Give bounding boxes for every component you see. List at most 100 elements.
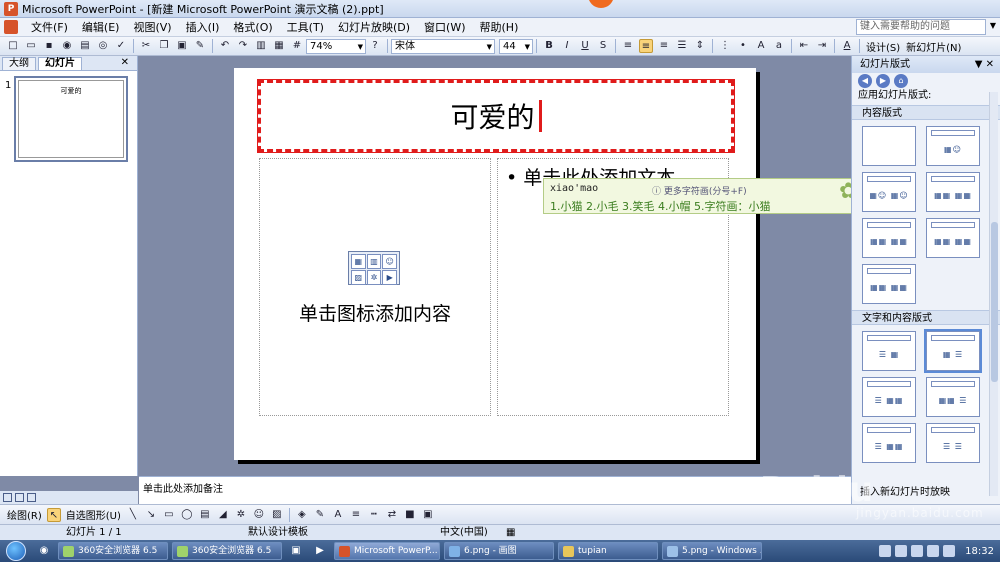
clipart-icon[interactable]: ☺ <box>252 508 266 522</box>
close-icon[interactable]: ✕ <box>121 57 129 68</box>
decrease-font-icon[interactable]: a <box>772 39 786 53</box>
decrease-indent-icon[interactable]: ⇤ <box>797 39 811 53</box>
layout-two-content[interactable]: ▦▦ ▦▦ <box>926 172 980 212</box>
normal-view-icon[interactable] <box>3 493 12 502</box>
layout-content-over[interactable]: ▦▦ ▦▦ <box>926 218 980 258</box>
content-placeholder[interactable]: ▦ ▥ ☺ ▨ ✲ ▶ 单击图标添加内容 <box>259 158 491 416</box>
increase-indent-icon[interactable]: ⇥ <box>815 39 829 53</box>
notes-pane[interactable]: 单击此处添加备注 <box>139 476 851 504</box>
cut-icon[interactable]: ✂ <box>139 39 153 53</box>
format-painter-icon[interactable]: ✎ <box>193 39 207 53</box>
scrollbar-thumb[interactable] <box>991 222 998 382</box>
layout-blank[interactable] <box>862 126 916 166</box>
menu-slideshow[interactable]: 幻灯片放映(D) <box>331 18 417 37</box>
start-button[interactable] <box>0 540 32 562</box>
layout-text-content-selected[interactable]: ▦ ☰ <box>924 329 982 373</box>
quicklaunch-player-icon[interactable]: ▶ <box>310 543 330 559</box>
draw-menu-button[interactable]: 绘图(R) <box>4 507 45 522</box>
font-select[interactable]: 宋体 ▼ <box>391 38 495 54</box>
menu-edit[interactable]: 编辑(E) <box>75 18 127 37</box>
insert-media-icon[interactable]: ▶ <box>382 270 397 285</box>
taskbar-item-browser-2[interactable]: 360安全浏览器 6.5 <box>172 542 282 560</box>
forward-icon[interactable]: ▶ <box>876 74 890 88</box>
slide-canvas[interactable]: 可爱的 ▦ ▥ ☺ ▨ ✲ ▶ 单击图标添加内容 • 单击此处添加文本 <box>234 68 756 460</box>
taskbar-item-powerpoint[interactable]: Microsoft PowerP... <box>334 542 440 560</box>
spell-check-icon[interactable]: ▦ <box>506 525 515 540</box>
oval-icon[interactable]: ◯ <box>180 508 194 522</box>
align-left-icon[interactable]: ≡ <box>621 39 635 53</box>
grid-icon[interactable]: # <box>290 39 304 53</box>
underline-button[interactable]: U <box>578 39 592 53</box>
tray-volume-icon[interactable] <box>943 545 956 557</box>
copy-icon[interactable]: ❐ <box>157 39 171 53</box>
picture-icon[interactable]: ▨ <box>270 508 284 522</box>
layout-content[interactable]: ▦☺ <box>926 126 980 166</box>
taskbar-item-paint[interactable]: 6.png - 画图 <box>444 542 554 560</box>
layout-title-content-text[interactable]: ☰ ☰ <box>926 423 980 463</box>
save-icon[interactable]: ▪ <box>42 39 56 53</box>
arrow-style-icon[interactable]: ⇄ <box>385 508 399 522</box>
font-size-select[interactable]: 44 ▼ <box>499 38 533 54</box>
design-button[interactable]: 设计(S) <box>863 39 903 54</box>
layout-text-content[interactable]: ☰ ▦ <box>862 331 916 371</box>
quicklaunch-browser-icon[interactable]: ◉ <box>34 543 54 559</box>
line-spacing-icon[interactable]: ⇕ <box>693 39 707 53</box>
table-icon[interactable]: ▦ <box>272 39 286 53</box>
line-style-icon[interactable]: ≡ <box>349 508 363 522</box>
title-placeholder[interactable]: 可爱的 <box>257 79 735 153</box>
close-icon[interactable]: ▼ ✕ <box>975 56 994 73</box>
slide-thumbnail[interactable]: 可爱的 <box>14 76 128 162</box>
ime-candidate-window[interactable]: xiao'mao ⓘ 更多字符画(分号+F) 1.小猫 2.小毛 3.笑毛 4.… <box>543 178 879 214</box>
document-icon[interactable] <box>4 20 18 34</box>
chart-icon[interactable]: ▥ <box>254 39 268 53</box>
zoom-select[interactable]: 74% ▼ <box>306 38 366 54</box>
distribute-icon[interactable]: ☰ <box>675 39 689 53</box>
slide-title[interactable]: 可爱的 <box>450 96 534 136</box>
text-color-icon[interactable]: A <box>331 508 345 522</box>
increase-font-icon[interactable]: A <box>754 39 768 53</box>
permission-icon[interactable]: ◉ <box>60 39 74 53</box>
help-icon[interactable]: ? <box>368 39 382 53</box>
insert-picture-icon[interactable]: ▨ <box>351 270 366 285</box>
menu-window[interactable]: 窗口(W) <box>417 18 472 37</box>
slideshow-view-icon[interactable] <box>27 493 36 502</box>
line-color-icon[interactable]: ✎ <box>313 508 327 522</box>
shadow-button[interactable]: S <box>596 39 610 53</box>
undo-icon[interactable]: ↶ <box>218 39 232 53</box>
menu-insert[interactable]: 插入(I) <box>179 18 227 37</box>
tray-help-icon[interactable] <box>895 545 908 557</box>
ime-candidates[interactable]: 1.小猫 2.小毛 3.笑毛 4.小帽 5.字符画：小猫 <box>550 198 770 214</box>
autoshape-menu-button[interactable]: 自选图形(U) <box>63 507 124 522</box>
quicklaunch-app-icon[interactable]: ▣ <box>286 543 306 559</box>
open-file-icon[interactable]: ▭ <box>24 39 38 53</box>
numbering-icon[interactable]: ⋮ <box>718 39 732 53</box>
3d-style-icon[interactable]: ▣ <box>421 508 435 522</box>
powerpoint-app-icon[interactable]: P <box>4 1 18 16</box>
back-icon[interactable]: ◀ <box>858 74 872 88</box>
bullets-icon[interactable]: • <box>736 39 750 53</box>
diagram-icon[interactable]: ✲ <box>234 508 248 522</box>
dash-style-icon[interactable]: ┅ <box>367 508 381 522</box>
tray-app-icon[interactable] <box>879 545 892 557</box>
new-slide-button[interactable]: 新幻灯片(N) <box>903 39 964 54</box>
task-pane-scrollbar[interactable] <box>989 92 998 496</box>
taskbar-item-folder[interactable]: tupian <box>558 542 658 560</box>
fill-color-icon[interactable]: ◈ <box>295 508 309 522</box>
font-color-icon[interactable]: A <box>840 39 854 53</box>
redo-icon[interactable]: ↷ <box>236 39 250 53</box>
spelling-icon[interactable]: ✓ <box>114 39 128 53</box>
layout-two-content-text[interactable]: ▦▦ ☰ <box>926 377 980 417</box>
print-icon[interactable]: ▤ <box>78 39 92 53</box>
taskbar-clock[interactable]: 18:32 <box>965 546 994 557</box>
shadow-style-icon[interactable]: ■ <box>403 508 417 522</box>
new-file-icon[interactable]: □ <box>6 39 20 53</box>
paste-icon[interactable]: ▣ <box>175 39 189 53</box>
layout-title-text-content[interactable]: ☰ ▦▦ <box>862 423 916 463</box>
menu-format[interactable]: 格式(O) <box>226 18 279 37</box>
layout-four-items[interactable]: ▦▦ ▦▦ <box>862 264 916 304</box>
sorter-view-icon[interactable] <box>15 493 24 502</box>
wordart-icon[interactable]: ◢ <box>216 508 230 522</box>
help-dropdown-icon[interactable]: ▼ <box>990 21 996 30</box>
menu-help[interactable]: 帮助(H) <box>473 18 526 37</box>
tab-outline[interactable]: 大纲 <box>2 57 36 70</box>
